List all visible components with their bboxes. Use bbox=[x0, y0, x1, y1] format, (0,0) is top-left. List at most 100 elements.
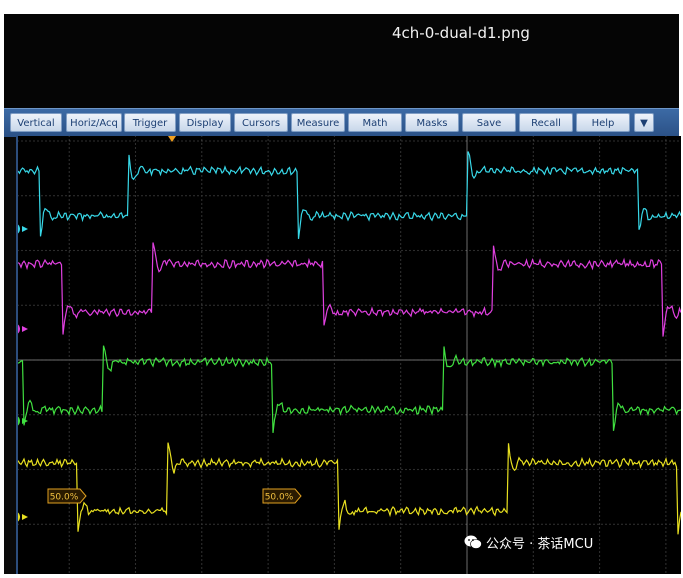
grid-dot bbox=[400, 331, 402, 333]
menu-vertical[interactable]: Vertical bbox=[10, 113, 62, 132]
grid-dot bbox=[561, 195, 563, 197]
grid-dot bbox=[341, 468, 343, 471]
grid-dot bbox=[201, 407, 203, 409]
grid-dot bbox=[177, 195, 179, 197]
grid-dot bbox=[549, 414, 551, 416]
grid-dot bbox=[665, 475, 667, 477]
grid-dot bbox=[665, 303, 667, 305]
grid-dot bbox=[669, 304, 671, 306]
grid-dot bbox=[309, 523, 311, 525]
grid-dot bbox=[201, 283, 203, 285]
grid-dot bbox=[385, 249, 387, 252]
grid-dot bbox=[577, 195, 579, 197]
grid-dot bbox=[68, 183, 70, 185]
grid-dot bbox=[333, 395, 335, 397]
grid-dot bbox=[389, 304, 391, 306]
menu-horiz-acq[interactable]: Horiz/Acq bbox=[66, 113, 122, 132]
grid-dot bbox=[68, 291, 70, 293]
grid-dot bbox=[267, 155, 269, 157]
grid-dot bbox=[581, 304, 583, 306]
grid-dot bbox=[665, 423, 667, 425]
grid-dot bbox=[321, 523, 323, 525]
menu-display[interactable]: Display bbox=[179, 113, 231, 132]
grid-dot bbox=[625, 468, 627, 471]
grid-dot bbox=[161, 523, 163, 525]
grid-dot bbox=[25, 523, 27, 525]
grid-dot bbox=[497, 140, 499, 142]
menu-measure[interactable]: Measure bbox=[291, 113, 345, 132]
grid-dot bbox=[532, 211, 534, 213]
grid-dot bbox=[177, 523, 179, 525]
grid-dot bbox=[665, 559, 667, 561]
menu-masks[interactable]: Masks bbox=[405, 113, 459, 132]
grid-dot bbox=[597, 140, 599, 142]
grid-dot bbox=[665, 179, 667, 181]
menu-save[interactable]: Save bbox=[462, 113, 516, 132]
grid-dot bbox=[197, 195, 199, 197]
grid-dot bbox=[201, 331, 203, 333]
grid-dot bbox=[134, 527, 137, 529]
grid-dot bbox=[625, 414, 627, 416]
grid-dot bbox=[201, 539, 203, 541]
grid-dot bbox=[353, 249, 355, 252]
grid-dot bbox=[601, 195, 603, 197]
grid-dot bbox=[313, 249, 315, 252]
grid-dot bbox=[253, 249, 255, 252]
grid-dot bbox=[81, 249, 83, 252]
grid-dot bbox=[333, 351, 335, 353]
grid-dot bbox=[134, 211, 137, 213]
grid-dot bbox=[249, 468, 251, 471]
grid-dot bbox=[333, 363, 335, 365]
grid-dot bbox=[134, 547, 137, 549]
grid-dot bbox=[68, 219, 70, 221]
grid-dot bbox=[345, 195, 347, 197]
grid-dot bbox=[609, 195, 611, 197]
grid-dot bbox=[267, 335, 269, 337]
channel-1-marker bbox=[18, 512, 20, 522]
grid-dot bbox=[201, 307, 203, 309]
grid-dot bbox=[213, 523, 215, 525]
menu-trigger[interactable]: Trigger bbox=[124, 113, 176, 132]
grid-dot bbox=[461, 249, 463, 252]
grid-dot bbox=[585, 468, 587, 471]
grid-dot bbox=[373, 523, 375, 525]
grid-dot bbox=[267, 227, 269, 229]
grid-dot bbox=[333, 327, 335, 329]
grid-dot bbox=[209, 195, 211, 197]
grid-dot bbox=[325, 304, 327, 306]
grid-dot bbox=[665, 259, 667, 261]
grid-dot bbox=[400, 371, 402, 373]
grid-dot bbox=[501, 414, 503, 416]
grid-dot bbox=[677, 249, 679, 252]
menu-cursors[interactable]: Cursors bbox=[234, 113, 288, 132]
grid-dot bbox=[81, 414, 83, 416]
menu-math[interactable]: Math bbox=[348, 113, 402, 132]
dropdown-triangle-icon[interactable]: ▼ bbox=[634, 113, 654, 132]
grid-dot bbox=[267, 447, 269, 449]
grid-dot bbox=[649, 195, 651, 197]
grid-dot bbox=[599, 379, 601, 381]
grid-dot bbox=[68, 539, 70, 541]
grid-dot bbox=[209, 468, 211, 471]
grid-dot bbox=[400, 515, 402, 517]
grid-dot bbox=[289, 249, 291, 252]
grid-dot bbox=[373, 140, 375, 142]
grid-dot bbox=[337, 195, 339, 197]
grid-dot bbox=[133, 140, 135, 142]
menu-help[interactable]: Help bbox=[576, 113, 630, 132]
grid-dot bbox=[533, 523, 535, 525]
grid-dot bbox=[599, 199, 601, 201]
grid-dot bbox=[257, 140, 259, 142]
grid-dot bbox=[129, 523, 131, 525]
grid-dot bbox=[221, 414, 223, 416]
grid-dot bbox=[665, 195, 667, 197]
grid-dot bbox=[665, 187, 667, 189]
grid-dot bbox=[553, 414, 555, 416]
grid-dot bbox=[221, 249, 223, 252]
grid-dot bbox=[85, 249, 87, 252]
grid-dot bbox=[121, 523, 123, 525]
grid-dot bbox=[377, 195, 379, 197]
grid-dot bbox=[521, 304, 523, 306]
menu-recall[interactable]: Recall bbox=[519, 113, 573, 132]
grid-dot bbox=[249, 304, 251, 306]
